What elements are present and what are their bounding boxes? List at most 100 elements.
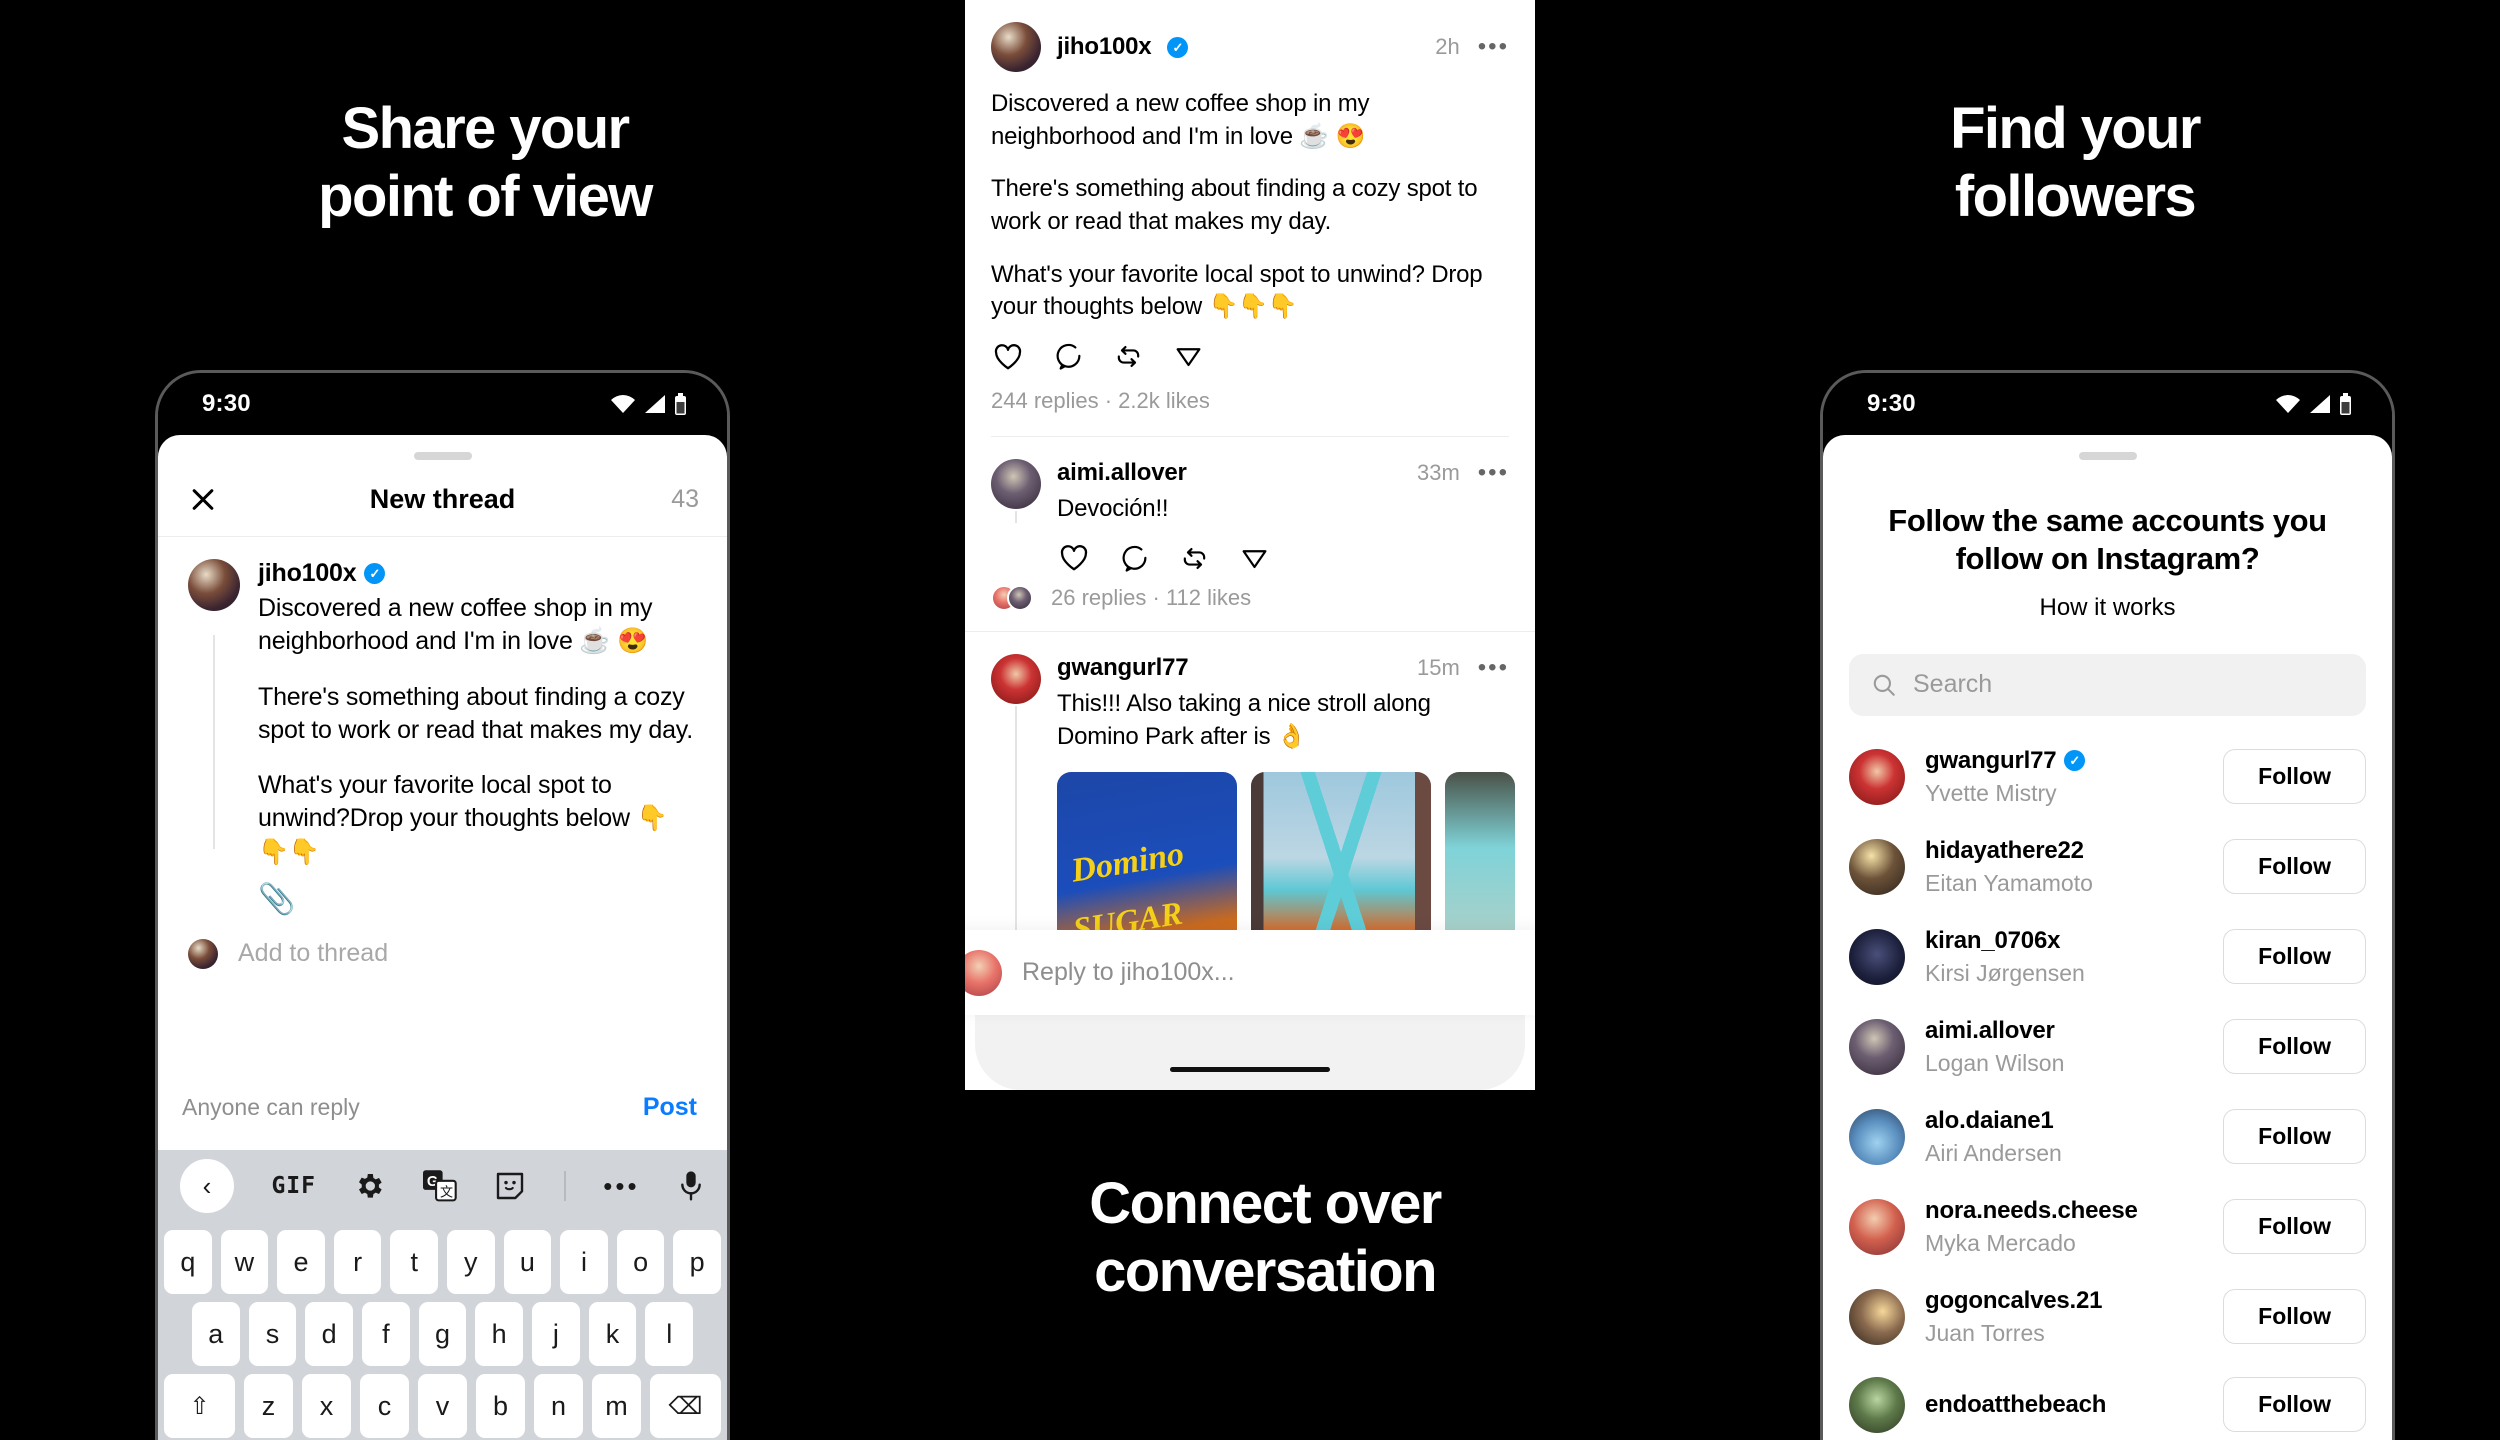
gif-button[interactable]: GIF <box>271 1173 316 1199</box>
avatar[interactable] <box>1849 1018 1905 1075</box>
follow-username[interactable]: nora.needs.cheese <box>1925 1197 2138 1225</box>
follow-button[interactable]: Follow <box>2223 1109 2366 1165</box>
close-icon[interactable] <box>186 482 220 516</box>
key-o[interactable]: o <box>616 1230 665 1294</box>
more-options-icon[interactable]: ••• <box>1478 34 1509 59</box>
avatar[interactable] <box>1849 1108 1905 1165</box>
key-b[interactable]: b <box>475 1374 525 1438</box>
share-icon[interactable] <box>1171 340 1205 374</box>
follow-username[interactable]: endoatthebeach <box>1925 1391 2106 1419</box>
reply-stats[interactable]: 26 replies · 112 likes <box>1051 585 1251 611</box>
avatar[interactable] <box>991 22 1041 72</box>
microphone-icon[interactable] <box>677 1170 705 1202</box>
follow-suggestion-row[interactable]: endoatthebeach Follow <box>1823 1362 2392 1440</box>
avatar[interactable] <box>1849 748 1905 805</box>
sheet-grabber[interactable] <box>413 452 472 460</box>
avatar[interactable] <box>1849 928 1905 985</box>
avatar[interactable] <box>1849 1198 1905 1255</box>
follow-button[interactable]: Follow <box>2223 1019 2366 1075</box>
repost-icon[interactable] <box>1111 340 1145 374</box>
follow-button[interactable]: Follow <box>2223 1289 2366 1345</box>
key-r[interactable]: r <box>333 1230 382 1294</box>
key-q[interactable]: q <box>164 1230 212 1294</box>
follow-username[interactable]: aimi.allover <box>1925 1017 2055 1045</box>
follow-suggestion-row[interactable]: kiran_0706x Kirsi Jørgensen Follow <box>1823 912 2392 1002</box>
key-v[interactable]: v <box>418 1374 467 1438</box>
key-y[interactable]: y <box>447 1230 495 1294</box>
sticker-icon[interactable] <box>494 1170 526 1202</box>
follow-suggestion-row[interactable]: gogoncalves.21 Juan Torres Follow <box>1823 1272 2392 1362</box>
avatar[interactable] <box>188 559 240 611</box>
key-k[interactable]: k <box>588 1302 637 1366</box>
how-it-works-link[interactable]: How it works <box>1869 594 2346 622</box>
share-icon[interactable] <box>1237 541 1271 575</box>
follow-button[interactable]: Follow <box>2223 749 2366 805</box>
key-w[interactable]: w <box>220 1230 269 1294</box>
key-u[interactable]: u <box>503 1230 552 1294</box>
key-s[interactable]: s <box>248 1302 297 1366</box>
post-stats[interactable]: 244 replies · 2.2k likes <box>991 388 1509 414</box>
keyboard-back-button[interactable]: ‹ <box>180 1159 234 1213</box>
key-l[interactable]: l <box>645 1302 694 1366</box>
key-m[interactable]: m <box>591 1374 641 1438</box>
key-n[interactable]: n <box>533 1374 583 1438</box>
post-username[interactable]: jiho100x <box>1057 33 1152 61</box>
more-options-icon[interactable]: ••• <box>1478 655 1509 680</box>
key-z[interactable]: z <box>244 1374 294 1438</box>
avatar[interactable] <box>1849 1288 1905 1345</box>
key-j[interactable]: j <box>532 1302 580 1366</box>
paperclip-icon[interactable]: 📎 <box>258 884 697 915</box>
avatar[interactable] <box>991 458 1041 509</box>
key-g[interactable]: g <box>418 1302 467 1366</box>
sheet-grabber[interactable] <box>2078 452 2137 460</box>
key-x[interactable]: x <box>302 1374 352 1438</box>
follow-button[interactable]: Follow <box>2223 1377 2366 1433</box>
follow-suggestion-row[interactable]: aimi.allover Logan Wilson Follow <box>1823 1002 2392 1092</box>
follow-suggestion-row[interactable]: hidayathere22 Eitan Yamamoto Follow <box>1823 822 2392 912</box>
follow-suggestion-row[interactable]: gwangurl77 ✓ Yvette Mistry Follow <box>1823 732 2392 822</box>
follow-username[interactable]: gogoncalves.21 <box>1925 1287 2102 1315</box>
reply-input-bar[interactable]: Reply to jiho100x... <box>965 930 1535 1015</box>
more-options-icon[interactable]: ••• <box>1478 460 1509 485</box>
key-h[interactable]: h <box>475 1302 524 1366</box>
key-c[interactable]: c <box>360 1374 409 1438</box>
like-icon[interactable] <box>991 340 1025 374</box>
home-indicator[interactable] <box>1170 1067 1330 1072</box>
comment-icon[interactable] <box>1051 340 1085 374</box>
follow-username[interactable]: kiran_0706x <box>1925 927 2060 955</box>
key-i[interactable]: i <box>560 1230 608 1294</box>
key-e[interactable]: e <box>277 1230 325 1294</box>
reply-policy-label[interactable]: Anyone can reply <box>182 1094 360 1121</box>
backspace-key[interactable]: ⌫ <box>649 1374 721 1438</box>
like-icon[interactable] <box>1057 541 1091 575</box>
author-username[interactable]: jiho100x <box>258 559 357 588</box>
key-d[interactable]: d <box>305 1302 353 1366</box>
shift-key[interactable]: ⇧ <box>164 1374 236 1438</box>
comment-icon[interactable] <box>1117 541 1151 575</box>
follow-username[interactable]: hidayathere22 <box>1925 837 2084 865</box>
reply-username[interactable]: aimi.allover <box>1057 459 1187 487</box>
follow-suggestion-row[interactable]: nora.needs.cheese Myka Mercado Follow <box>1823 1182 2392 1272</box>
follow-username[interactable]: alo.daiane1 <box>1925 1107 2054 1135</box>
translate-icon[interactable]: G文 <box>422 1170 457 1202</box>
more-options-icon[interactable]: ••• <box>603 1173 639 1199</box>
avatar[interactable] <box>991 654 1041 705</box>
key-t[interactable]: t <box>390 1230 438 1294</box>
search-input[interactable]: Search <box>1849 653 2366 716</box>
follow-username[interactable]: gwangurl77 <box>1925 747 2057 775</box>
follow-button[interactable]: Follow <box>2223 839 2366 895</box>
avatar[interactable] <box>1849 1376 1905 1433</box>
follow-button[interactable]: Follow <box>2223 929 2366 985</box>
add-to-thread-row[interactable]: Add to thread <box>158 915 727 969</box>
follow-button[interactable]: Follow <box>2223 1199 2366 1255</box>
key-a[interactable]: a <box>191 1302 240 1366</box>
key-p[interactable]: p <box>673 1230 721 1294</box>
repost-icon[interactable] <box>1177 541 1211 575</box>
key-f[interactable]: f <box>362 1302 410 1366</box>
follow-suggestion-row[interactable]: alo.daiane1 Airi Andersen Follow <box>1823 1092 2392 1182</box>
post-button[interactable]: Post <box>643 1093 697 1122</box>
gear-icon[interactable] <box>353 1170 385 1202</box>
reply-username[interactable]: gwangurl77 <box>1057 654 1189 682</box>
compose-text[interactable]: Discovered a new coffee shop in my neigh… <box>258 592 697 869</box>
avatar[interactable] <box>1849 838 1905 895</box>
